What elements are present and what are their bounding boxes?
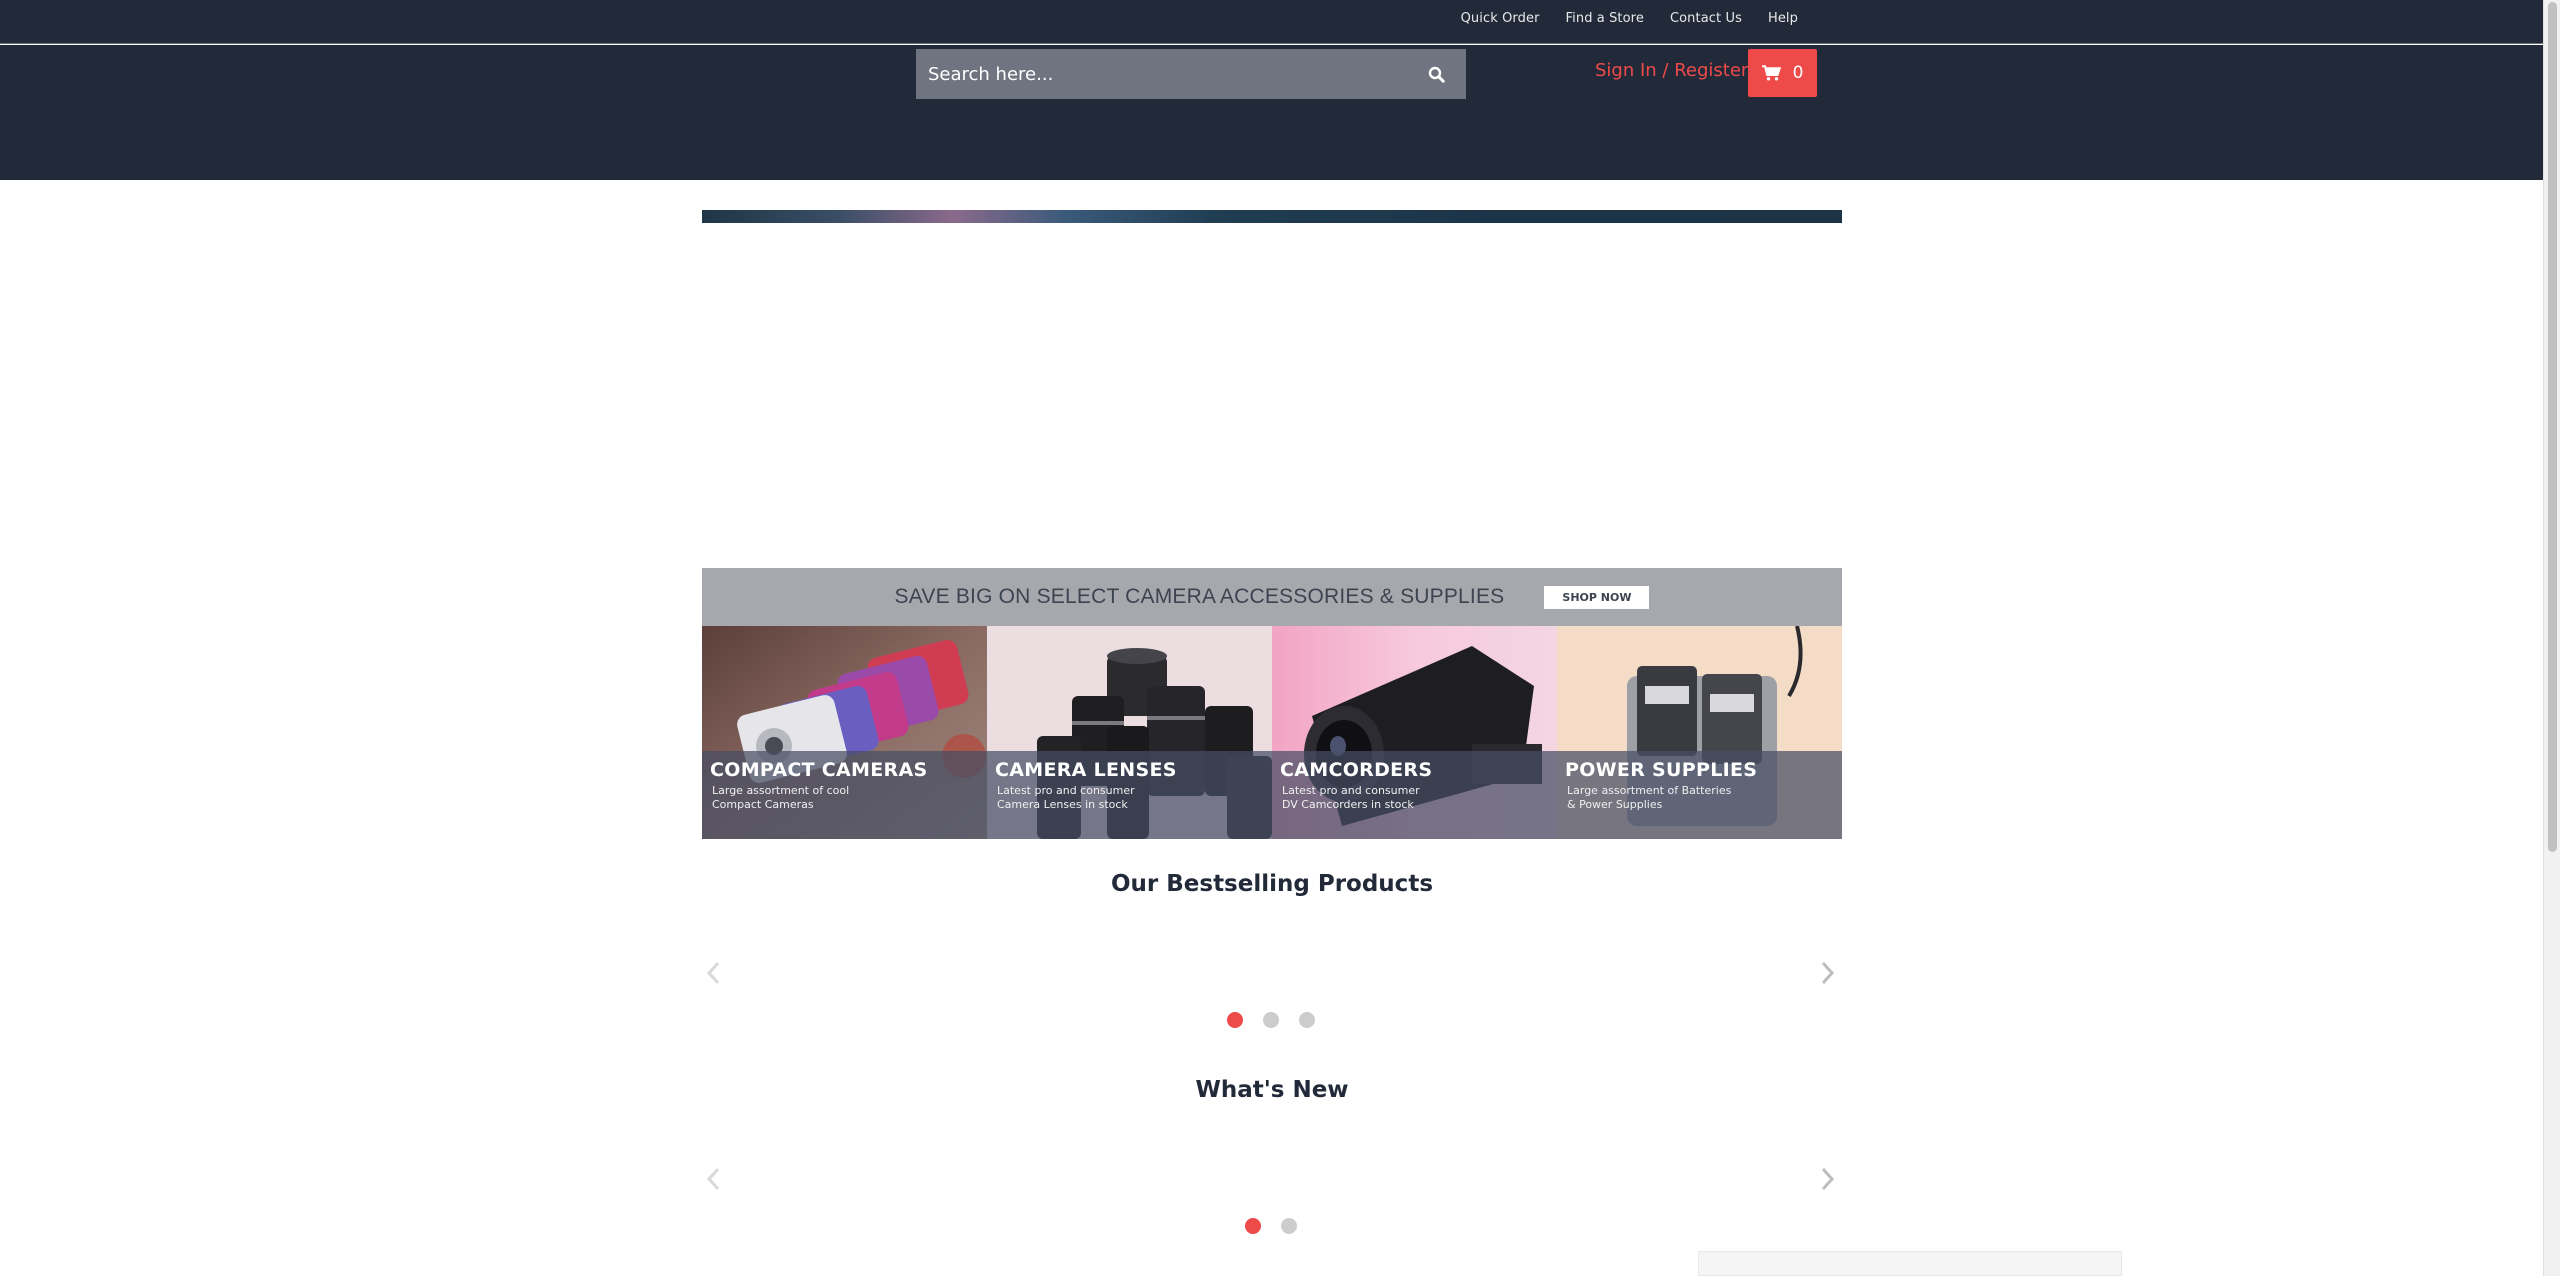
hero-banner-image[interactable] [702, 210, 1842, 223]
tile-title: POWER SUPPLIES [1565, 759, 1758, 781]
bestselling-prev-button[interactable] [703, 958, 725, 988]
tile-description: & Power Supplies [1567, 798, 1663, 811]
contact-us-link[interactable]: Contact Us [1670, 11, 1742, 26]
chevron-left-icon [706, 961, 720, 985]
help-link[interactable]: Help [1768, 11, 1798, 26]
pagination-dot[interactable] [1227, 1012, 1243, 1028]
quick-order-link[interactable]: Quick Order [1461, 11, 1540, 26]
tile-description: Compact Cameras [712, 798, 814, 811]
chevron-left-icon [706, 1167, 720, 1191]
tile-description: Latest pro and consumer [997, 784, 1135, 797]
tile-description: Camera Lenses in stock [997, 798, 1128, 811]
page: Quick Order Find a Store Contact Us Help… [0, 0, 2560, 1276]
promo-banner: SAVE BIG ON SELECT CAMERA ACCESSORIES & … [702, 568, 1842, 626]
find-a-store-link[interactable]: Find a Store [1566, 11, 1644, 26]
cart-button[interactable]: 0 [1748, 49, 1817, 97]
tile-description: DV Camcorders in stock [1282, 798, 1414, 811]
scrollbar-thumb[interactable] [2548, 2, 2557, 852]
chevron-right-icon [1821, 961, 1835, 985]
tile-title: CAMERA LENSES [995, 759, 1177, 781]
top-bar: Quick Order Find a Store Contact Us Help [0, 0, 2543, 44]
tile-caption: CAMERA LENSES Latest pro and consumer Ca… [987, 751, 1272, 839]
tile-caption: POWER SUPPLIES Large assortment of Batte… [1557, 751, 1842, 839]
category-tiles: COMPACT CAMERAS Large assortment of cool… [702, 626, 1842, 839]
category-tile-camcorders[interactable]: CAMCORDERS Latest pro and consumer DV Ca… [1272, 626, 1557, 839]
shopping-cart-icon [1761, 65, 1781, 81]
bestselling-title: Our Bestselling Products [1110, 871, 1434, 897]
tile-caption: CAMCORDERS Latest pro and consumer DV Ca… [1272, 751, 1557, 839]
tile-description: Latest pro and consumer [1282, 784, 1420, 797]
bestselling-next-button[interactable] [1816, 958, 1838, 988]
header-main: Sign In / Register 0 [0, 45, 2543, 180]
search-input[interactable] [916, 49, 1406, 99]
pagination-dot[interactable] [1281, 1218, 1297, 1234]
pagination-dot[interactable] [1299, 1012, 1315, 1028]
whats-new-next-button[interactable] [1816, 1164, 1838, 1194]
tile-title: COMPACT CAMERAS [710, 759, 928, 781]
tile-caption: COMPACT CAMERAS Large assortment of cool… [702, 751, 987, 839]
sign-in-register-link[interactable]: Sign In / Register [1595, 60, 1748, 81]
shop-now-button[interactable]: SHOP NOW [1544, 585, 1650, 609]
search-box [916, 49, 1466, 99]
search-button[interactable] [1406, 49, 1466, 99]
search-icon [1428, 66, 1445, 83]
cart-count: 0 [1792, 63, 1804, 83]
promo-text: SAVE BIG ON SELECT CAMERA ACCESSORIES & … [894, 585, 1505, 608]
category-tile-power-supplies[interactable]: POWER SUPPLIES Large assortment of Batte… [1557, 626, 1842, 839]
vertical-scrollbar[interactable] [2543, 0, 2560, 1276]
tile-description: Large assortment of Batteries [1567, 784, 1732, 797]
category-tile-camera-lenses[interactable]: CAMERA LENSES Latest pro and consumer Ca… [987, 626, 1272, 839]
category-tile-compact-cameras[interactable]: COMPACT CAMERAS Large assortment of cool… [702, 626, 987, 839]
tile-title: CAMCORDERS [1280, 759, 1433, 781]
chevron-right-icon [1821, 1167, 1835, 1191]
tile-description: Large assortment of cool [712, 784, 850, 797]
pagination-dot[interactable] [1263, 1012, 1279, 1028]
bestselling-pagination [1227, 1012, 1315, 1028]
whats-new-prev-button[interactable] [703, 1164, 725, 1194]
footer-panel [1698, 1251, 2122, 1276]
top-links: Quick Order Find a Store Contact Us Help [1435, 0, 1798, 36]
whats-new-title: What's New [1195, 1077, 1349, 1103]
whats-new-pagination [1245, 1218, 1297, 1234]
pagination-dot[interactable] [1245, 1218, 1261, 1234]
